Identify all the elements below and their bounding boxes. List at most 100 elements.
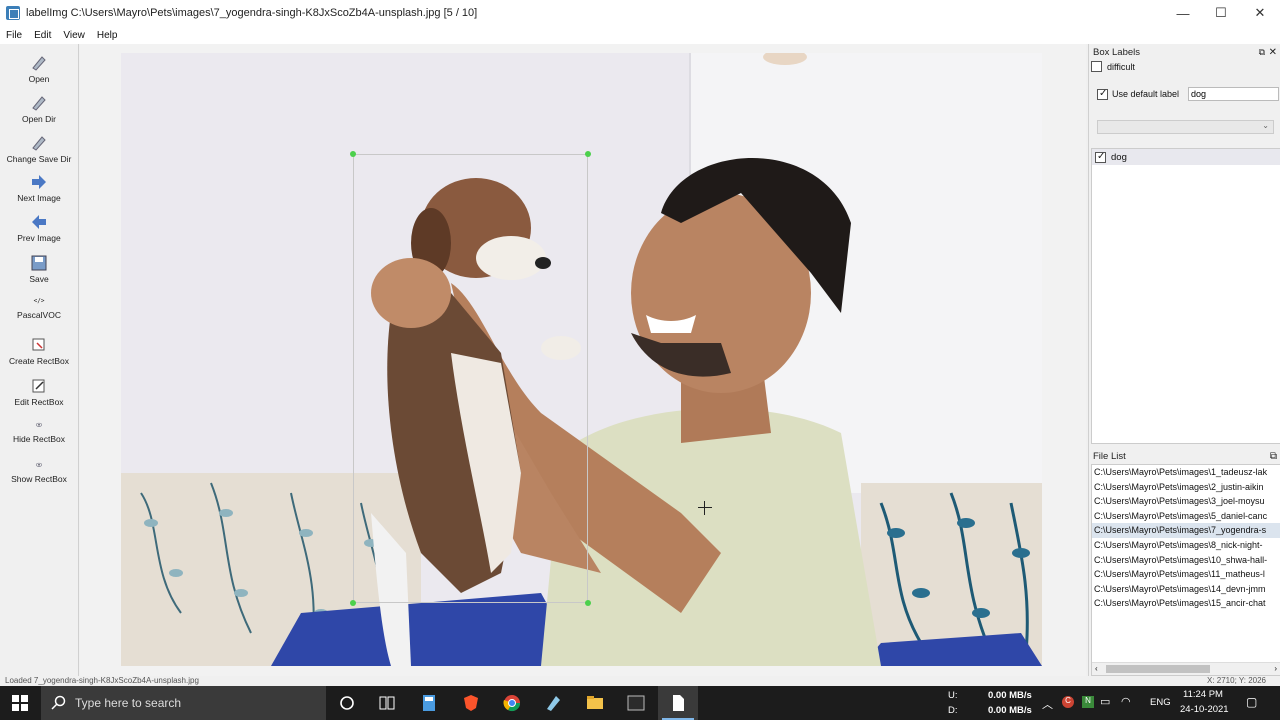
float-icon[interactable]: ⧉ bbox=[1270, 451, 1277, 462]
clock-time[interactable]: 11:24 PM bbox=[1183, 689, 1223, 700]
use-default-label-checkbox[interactable] bbox=[1097, 88, 1108, 100]
search-placeholder: Type here to search bbox=[75, 696, 182, 710]
wifi-icon[interactable]: ◠ bbox=[1121, 695, 1131, 708]
open-dir-label: Open Dir bbox=[21, 114, 56, 124]
save-label: Save bbox=[29, 274, 49, 284]
change-save-dir-icon bbox=[32, 136, 46, 151]
file-item-selected[interactable]: C:\Users\Mayro\Pets\images\7_yogendra-s bbox=[1092, 523, 1280, 538]
net-down-label: D: bbox=[948, 705, 958, 716]
next-image-button[interactable]: Next Image bbox=[0, 173, 78, 203]
annotated-image bbox=[121, 53, 1042, 666]
bounding-box-dog[interactable] bbox=[353, 154, 588, 603]
menu-bar: File Edit View Help bbox=[0, 26, 1280, 44]
box-labels-title: Box Labels bbox=[1093, 46, 1141, 58]
windows-start-icon[interactable] bbox=[11, 694, 29, 712]
file-item[interactable]: C:\Users\Mayro\Pets\images\11_matheus-l bbox=[1092, 567, 1280, 582]
difficult-row: difficult bbox=[1091, 61, 1135, 72]
label-list[interactable]: dog bbox=[1091, 148, 1280, 444]
create-rectbox-button[interactable]: Create RectBox bbox=[0, 336, 78, 366]
app-icon[interactable] bbox=[544, 694, 562, 712]
image-canvas[interactable] bbox=[80, 44, 1086, 676]
label-item-name: dog bbox=[1111, 151, 1127, 163]
bbox-handle-bottom-left[interactable] bbox=[350, 600, 356, 606]
notifications-icon[interactable]: ▢ bbox=[1246, 695, 1257, 709]
file-list-title: File List bbox=[1093, 450, 1126, 462]
terminal-icon[interactable] bbox=[627, 694, 645, 712]
status-message: Loaded 7_yogendra-singh-K8JxScoZb4A-unsp… bbox=[5, 676, 199, 685]
pascalvoc-label: PascalVOC bbox=[17, 310, 61, 320]
label-item-dog[interactable]: dog bbox=[1092, 149, 1280, 165]
float-icon[interactable]: ⧉ bbox=[1259, 47, 1265, 58]
cortana-icon[interactable] bbox=[338, 694, 356, 712]
file-list[interactable]: C:\Users\Mayro\Pets\images\1_tadeusz-lak… bbox=[1091, 464, 1280, 676]
scrollbar-thumb[interactable] bbox=[1106, 665, 1210, 673]
scroll-left-icon[interactable]: ‹ bbox=[1095, 664, 1098, 673]
tray-n-icon[interactable]: N bbox=[1082, 696, 1094, 708]
pascalvoc-button[interactable]: </> PascalVOC bbox=[0, 296, 78, 320]
menu-file[interactable]: File bbox=[0, 30, 28, 41]
file-item[interactable]: C:\Users\Mayro\Pets\images\2_justin-aiki… bbox=[1092, 480, 1280, 495]
label-item-checkbox[interactable] bbox=[1095, 151, 1106, 163]
use-default-label-text: Use default label bbox=[1112, 89, 1180, 99]
taskbar-search-box[interactable]: Type here to search bbox=[41, 686, 326, 720]
net-down-value: 0.00 MB/s bbox=[988, 705, 1032, 716]
close-icon[interactable]: ✕ bbox=[1269, 47, 1277, 58]
default-label-input[interactable] bbox=[1188, 87, 1280, 101]
code-icon: </> bbox=[34, 298, 45, 305]
bbox-handle-top-left[interactable] bbox=[350, 151, 356, 157]
menu-edit[interactable]: Edit bbox=[28, 30, 57, 41]
edit-rectbox-button[interactable]: Edit RectBox bbox=[0, 377, 78, 407]
change-save-dir-label: Change Save Dir bbox=[6, 154, 72, 164]
prev-image-label: Prev Image bbox=[17, 233, 61, 243]
tray-c-icon[interactable]: C bbox=[1062, 696, 1074, 708]
show-rectbox-button[interactable]: Show RectBox bbox=[0, 462, 78, 484]
next-arrow-icon bbox=[32, 175, 46, 189]
document-icon[interactable] bbox=[669, 694, 687, 712]
bbox-handle-top-right[interactable] bbox=[585, 151, 591, 157]
task-view-icon[interactable] bbox=[378, 694, 396, 712]
open-button[interactable]: Open bbox=[0, 54, 78, 84]
show-rectbox-label: Show RectBox bbox=[11, 474, 67, 484]
crosshair-cursor bbox=[698, 501, 712, 515]
bbox-handle-bottom-right[interactable] bbox=[585, 600, 591, 606]
horizontal-scrollbar[interactable]: ‹ › bbox=[1092, 662, 1280, 675]
language-indicator[interactable]: ENG bbox=[1150, 697, 1171, 708]
menu-help[interactable]: Help bbox=[91, 30, 124, 41]
hide-rectbox-button[interactable]: Hide RectBox bbox=[0, 422, 78, 444]
create-rectbox-label: Create RectBox bbox=[9, 356, 69, 366]
save-button[interactable]: Save bbox=[0, 254, 78, 284]
battery-icon[interactable]: ▭ bbox=[1100, 695, 1110, 708]
status-coords: X: 2710; Y: 2026 bbox=[1206, 676, 1266, 685]
file-item[interactable]: C:\Users\Mayro\Pets\images\5_daniel-canc bbox=[1092, 509, 1280, 524]
file-item[interactable]: C:\Users\Mayro\Pets\images\3_joel-moysu bbox=[1092, 494, 1280, 509]
menu-view[interactable]: View bbox=[57, 30, 91, 41]
scroll-right-icon[interactable]: › bbox=[1274, 664, 1277, 673]
chevron-up-icon[interactable]: ︿ bbox=[1042, 696, 1053, 712]
open-label: Open bbox=[28, 74, 50, 84]
file-item[interactable]: C:\Users\Mayro\Pets\images\8_nick-night- bbox=[1092, 538, 1280, 553]
prev-image-button[interactable]: Prev Image bbox=[0, 213, 78, 243]
box-labels-header: Box Labels ⧉ ✕ bbox=[1089, 45, 1280, 59]
close-button[interactable]: ✕ bbox=[1237, 0, 1280, 26]
clock-date[interactable]: 24-10-2021 bbox=[1180, 704, 1229, 715]
status-bar: Loaded 7_yogendra-singh-K8JxScoZb4A-unsp… bbox=[0, 676, 1280, 686]
file-item[interactable]: C:\Users\Mayro\Pets\images\1_tadeusz-lak bbox=[1092, 465, 1280, 480]
open-dir-button[interactable]: Open Dir bbox=[0, 94, 78, 124]
difficult-checkbox[interactable] bbox=[1091, 61, 1102, 72]
left-toolbar: Open Open Dir Change Save Dir Next Image… bbox=[0, 44, 79, 676]
file-item[interactable]: C:\Users\Mayro\Pets\images\10_shwa-hall- bbox=[1092, 553, 1280, 568]
windows-taskbar: Type here to search U: 0.00 MB/s D: 0.00… bbox=[0, 686, 1280, 720]
create-rect-icon bbox=[32, 338, 45, 351]
file-item[interactable]: C:\Users\Mayro\Pets\images\14_devn-jmm bbox=[1092, 582, 1280, 597]
calculator-app-icon[interactable] bbox=[420, 694, 438, 712]
difficult-label: difficult bbox=[1107, 61, 1135, 72]
brave-browser-icon[interactable] bbox=[462, 694, 480, 712]
chevron-down-icon: ⌄ bbox=[1262, 121, 1269, 130]
file-explorer-icon[interactable] bbox=[586, 694, 604, 712]
label-combo-dropdown[interactable]: ⌄ bbox=[1097, 120, 1274, 134]
chrome-icon[interactable] bbox=[503, 694, 521, 712]
change-save-dir-button[interactable]: Change Save Dir bbox=[0, 134, 78, 164]
prev-arrow-icon bbox=[32, 215, 46, 229]
hide-rectbox-label: Hide RectBox bbox=[13, 434, 65, 444]
file-item[interactable]: C:\Users\Mayro\Pets\images\15_ancir-chat bbox=[1092, 596, 1280, 611]
